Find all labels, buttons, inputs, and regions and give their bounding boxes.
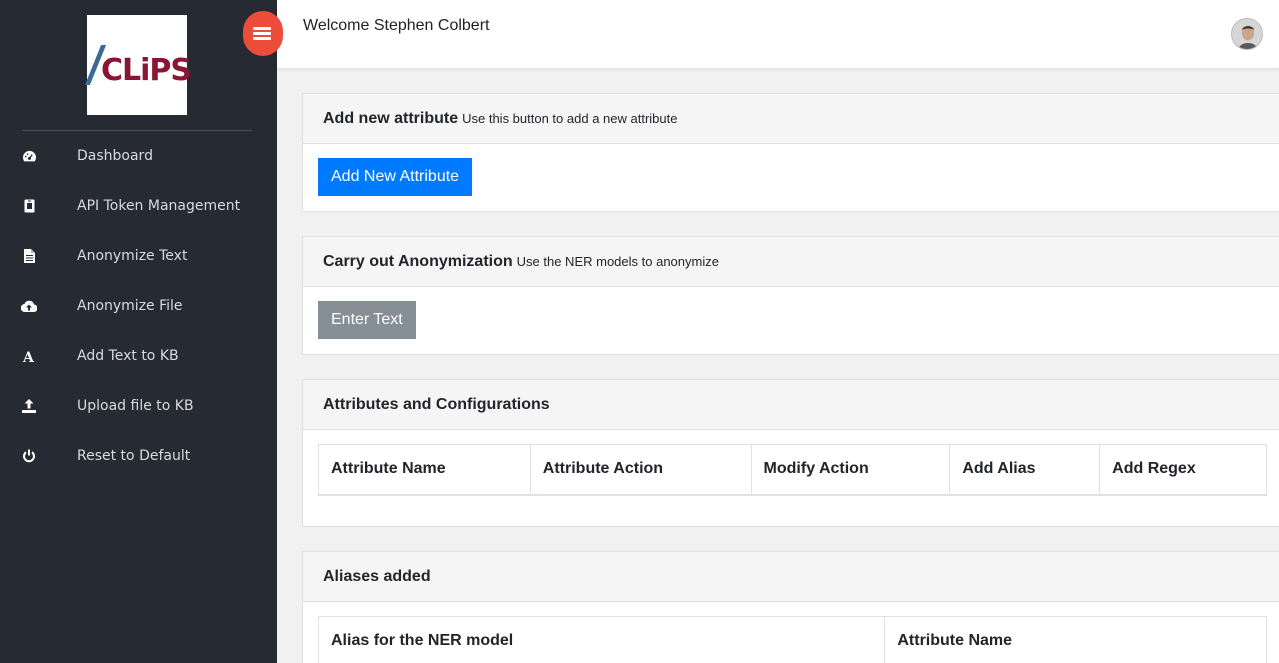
sidebar-item-label: Reset to Default bbox=[77, 448, 191, 464]
sidebar-item-dashboard[interactable]: Dashboard bbox=[0, 136, 277, 176]
column-header-modify-action[interactable]: Modify Action bbox=[750, 444, 951, 496]
sidebar-item-anonymize-file[interactable]: Anonymize File bbox=[0, 286, 277, 326]
column-header-attribute-name[interactable]: Attribute Name bbox=[318, 444, 531, 496]
card-title: Aliases added bbox=[323, 567, 431, 585]
sidebar-item-upload-kb[interactable]: Upload file to KB bbox=[0, 386, 277, 426]
attributes-card: Attributes and Configurations Attribute … bbox=[302, 379, 1279, 527]
add-new-attribute-button[interactable]: Add New Attribute bbox=[318, 158, 473, 196]
font-a-icon: A bbox=[21, 348, 37, 364]
card-subtitle: Use the NER models to anonymize bbox=[516, 254, 719, 269]
user-avatar[interactable] bbox=[1231, 18, 1263, 50]
aliases-table: Alias for the NER model Attribute Name bbox=[317, 616, 1267, 663]
sidebar: CLiPS Dashboard API Token Management Ano… bbox=[0, 0, 277, 663]
column-header-attribute-name[interactable]: Attribute Name bbox=[884, 616, 1267, 663]
card-header: Attributes and Configurations bbox=[303, 380, 1279, 430]
sidebar-item-api-token[interactable]: API Token Management bbox=[0, 186, 277, 226]
column-header-add-alias[interactable]: Add Alias bbox=[949, 444, 1101, 496]
sidebar-item-anonymize-text[interactable]: Anonymize Text bbox=[0, 236, 277, 276]
cloud-upload-icon bbox=[21, 298, 37, 314]
card-header: Add new attribute Use this button to add… bbox=[303, 94, 1279, 144]
column-header-add-regex[interactable]: Add Regex bbox=[1099, 444, 1267, 496]
card-title: Attributes and Configurations bbox=[323, 395, 550, 413]
sidebar-toggle-button[interactable] bbox=[243, 11, 283, 56]
id-badge-icon bbox=[21, 198, 37, 214]
card-title: Add new attribute bbox=[323, 109, 459, 127]
sidebar-divider bbox=[22, 130, 252, 131]
file-text-icon bbox=[21, 248, 37, 264]
sidebar-item-add-text-kb[interactable]: A Add Text to KB bbox=[0, 336, 277, 376]
upload-icon bbox=[21, 398, 37, 414]
table-header-row: Alias for the NER model Attribute Name bbox=[317, 616, 1267, 663]
dashboard-icon bbox=[21, 148, 37, 164]
add-attribute-card: Add new attribute Use this button to add… bbox=[302, 93, 1279, 212]
sidebar-item-reset[interactable]: Reset to Default bbox=[0, 436, 277, 476]
sidebar-item-label: API Token Management bbox=[77, 198, 241, 214]
table-header-row: Attribute Name Attribute Action Modify A… bbox=[318, 444, 1267, 496]
svg-text:A: A bbox=[22, 350, 35, 363]
sidebar-item-label: Upload file to KB bbox=[77, 398, 194, 414]
sidebar-item-label: Anonymize File bbox=[77, 298, 183, 314]
column-header-attribute-action[interactable]: Attribute Action bbox=[529, 444, 752, 496]
card-header: Carry out Anonymization Use the NER mode… bbox=[303, 237, 1279, 287]
sidebar-item-label: Dashboard bbox=[77, 148, 153, 164]
enter-text-button[interactable]: Enter Text bbox=[318, 301, 416, 339]
logo-text: CLiPS bbox=[101, 53, 192, 88]
sidebar-item-label: Anonymize Text bbox=[77, 248, 188, 264]
anonymization-card: Carry out Anonymization Use the NER mode… bbox=[302, 236, 1279, 355]
clips-logo[interactable]: CLiPS bbox=[84, 15, 192, 115]
card-subtitle: Use this button to add a new attribute bbox=[462, 111, 678, 126]
attributes-table: Attribute Name Attribute Action Modify A… bbox=[318, 444, 1267, 496]
welcome-message: Welcome Stephen Colbert bbox=[303, 17, 490, 34]
sidebar-item-label: Add Text to KB bbox=[77, 348, 179, 364]
aliases-card: Aliases added Alias for the NER model At… bbox=[302, 551, 1279, 663]
card-title: Carry out Anonymization bbox=[323, 252, 513, 270]
column-header-alias[interactable]: Alias for the NER model bbox=[317, 616, 886, 663]
card-header: Aliases added bbox=[303, 552, 1279, 602]
power-icon bbox=[21, 448, 37, 464]
top-header: Welcome Stephen Colbert bbox=[277, 0, 1279, 69]
menu-icon bbox=[253, 27, 271, 42]
